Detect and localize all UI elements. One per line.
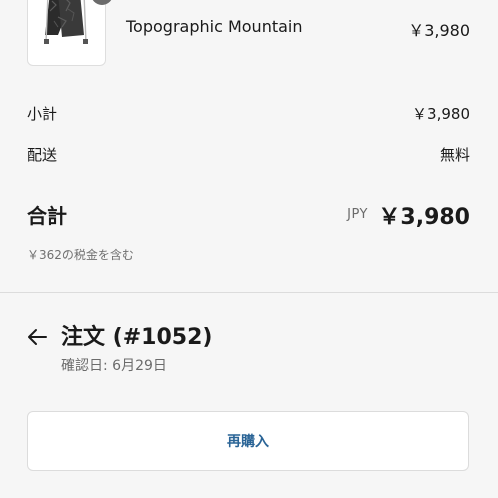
total-label: 合計 [27, 204, 67, 228]
product-thumbnail [27, 0, 106, 66]
arrow-left-icon[interactable] [26, 326, 48, 348]
shipping-value: 無料 [439, 146, 470, 164]
shipping-label: 配送 [27, 146, 58, 164]
tax-note: ￥362の税金を含む [27, 248, 134, 262]
order-summary-section: Topographic Mountain ￥3,980 小計 ￥3,980 配送… [0, 0, 498, 292]
reorder-button-label: 再購入 [227, 434, 269, 450]
confirmation-date: 確認日: 6月29日 [61, 358, 167, 374]
currency-code: JPY [347, 207, 368, 222]
order-title: 注文 (#1052) [61, 325, 213, 350]
drawstring-bag-product-image [44, 0, 88, 44]
product-price: ￥3,980 [408, 21, 470, 40]
total-value: ￥3,980 [378, 205, 470, 230]
subtotal-label: 小計 [27, 105, 58, 123]
product-name: Topographic Mountain [126, 17, 303, 36]
subtotal-value: ￥3,980 [412, 105, 470, 123]
reorder-button[interactable]: 再購入 [27, 411, 469, 471]
